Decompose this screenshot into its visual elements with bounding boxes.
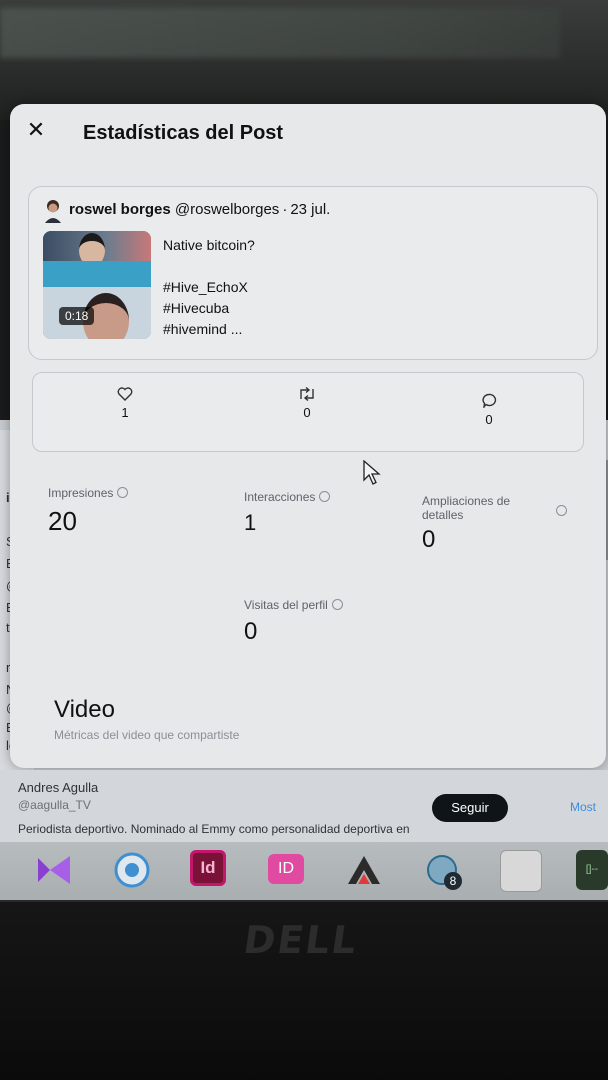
reposts-stat[interactable]: 0: [287, 387, 327, 420]
follow-button[interactable]: Seguir: [432, 794, 508, 822]
interactions-value: 1: [244, 510, 257, 535]
terminal-icon[interactable]: []--: [576, 850, 608, 890]
repost-icon: [300, 387, 314, 401]
post-text-line: Native bitcoin?: [163, 237, 255, 253]
post-meta: roswel borges @roswelborges · 23 jul.: [69, 201, 330, 218]
video-thumbnail[interactable]: 0:18: [43, 231, 151, 339]
thumb-part: [43, 261, 151, 287]
hashtag-link[interactable]: #Hive_EchoX: [163, 277, 255, 298]
engagement-card: 1 0 0: [32, 372, 584, 452]
post-date[interactable]: 23 jul.: [290, 201, 330, 218]
expansions-label: Ampliaciones de: [422, 494, 511, 508]
impressions-label: Impresiones: [48, 486, 129, 500]
mouse-cursor-icon: [363, 460, 381, 485]
chat-badge: 8: [444, 872, 462, 890]
replies-count: 0: [485, 412, 493, 427]
suggestion-name[interactable]: Andres Agulla: [18, 780, 98, 795]
hashtag-link[interactable]: #Hivecuba: [163, 298, 255, 319]
info-icon[interactable]: [319, 491, 331, 502]
heart-icon: [117, 387, 133, 401]
avatar: [45, 200, 61, 223]
background-blurred-content: [0, 8, 560, 58]
hashtag-link[interactable]: #hivemind ...: [163, 319, 255, 340]
files-icon[interactable]: [500, 850, 542, 892]
info-icon[interactable]: [117, 487, 129, 498]
duration-badge: 0:18: [59, 307, 95, 325]
expansions-label: detalles: [422, 508, 464, 522]
browser-icon[interactable]: [112, 850, 152, 890]
taskbar: Id ID 8 []--: [0, 842, 608, 904]
likes-count: 1: [121, 405, 129, 420]
impressions-value: 20: [48, 506, 77, 536]
post-handle[interactable]: @roswelborges: [175, 201, 279, 218]
info-icon[interactable]: [556, 505, 567, 516]
chat-icon[interactable]: 8: [424, 850, 464, 890]
suggestion-bio: Periodista deportivo. Nominado al Emmy c…: [18, 822, 410, 836]
meta-separator: ·: [282, 201, 288, 218]
post-card[interactable]: roswel borges @roswelborges · 23 jul. 0:18…: [28, 186, 598, 360]
post-author[interactable]: roswel borges: [69, 201, 171, 218]
modal-header: ✕ Estadísticas del Post: [10, 104, 606, 164]
profile-visits-metric: Visitas del perfil 0: [244, 598, 343, 646]
monitor-brand-logo: DELL: [240, 918, 362, 962]
post-stats-modal: ✕ Estadísticas del Post roswel borges @r…: [10, 104, 606, 768]
post-text: Native bitcoin? #Hive_EchoX #Hivecuba #h…: [163, 235, 255, 340]
show-more-link[interactable]: Most: [570, 800, 596, 814]
profile-visits-value: 0: [244, 618, 258, 645]
visual-studio-icon[interactable]: [34, 850, 74, 890]
video-section-subtitle: Métricas del video que compartiste: [54, 728, 240, 742]
expansions-info: [552, 504, 567, 518]
video-section-title: Video: [54, 696, 115, 723]
reposts-count: 0: [303, 405, 311, 420]
likes-stat[interactable]: 1: [105, 387, 145, 420]
replies-stat[interactable]: 0: [469, 393, 509, 427]
who-to-follow-item[interactable]: Andres Agulla @aagulla_TV Periodista dep…: [0, 770, 608, 842]
expansions-metric: Ampliaciones de detalles 0: [422, 494, 572, 554]
suggestion-handle: @aagulla_TV: [18, 798, 91, 812]
reply-icon: [482, 393, 497, 408]
indesign-icon[interactable]: Id: [190, 850, 226, 886]
profile-visits-label: Visitas del perfil: [244, 598, 343, 612]
interactions-label: Interacciones: [244, 490, 331, 504]
expansions-value: 0: [422, 526, 436, 553]
indesign-alt-icon[interactable]: ID: [268, 854, 304, 884]
interactions-metric: Interacciones 1: [244, 490, 331, 536]
modal-title: Estadísticas del Post: [83, 122, 284, 144]
post-text-line: [163, 256, 255, 277]
app-a-icon[interactable]: [344, 850, 384, 890]
background-browser: [0, 0, 608, 120]
info-icon[interactable]: [331, 599, 343, 610]
impressions-metric: Impresiones 20: [48, 486, 129, 537]
close-icon[interactable]: ✕: [24, 118, 48, 142]
